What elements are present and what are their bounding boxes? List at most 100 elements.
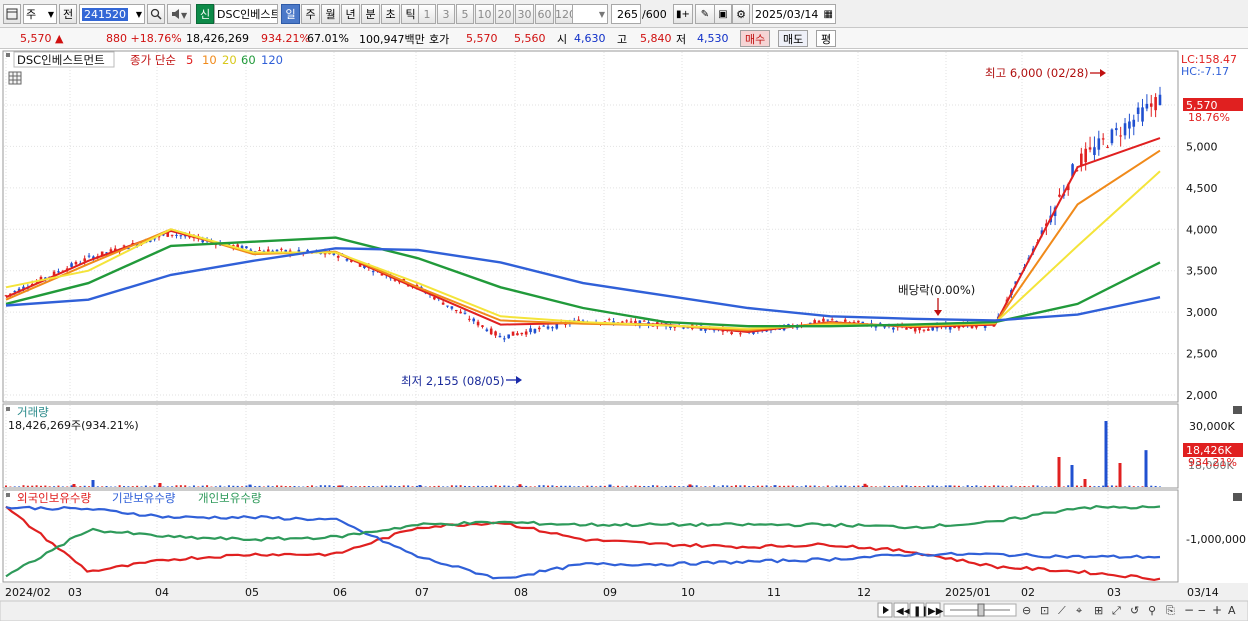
volume-bar [608,484,612,487]
interval-tab[interactable]: 5 [456,4,474,24]
minus-icon[interactable]: − [1184,603,1194,617]
volume-bar [682,486,685,487]
price-tick-label: 2,500 [1186,348,1218,361]
rewind-icon: ◀◀ [896,606,912,617]
draw-tool-button[interactable]: ✎ [695,4,715,24]
period-tab[interactable]: 월 [321,4,340,24]
candle-body [74,261,78,265]
volume-bar [936,485,939,487]
speaker-icon: ▼ [172,9,188,20]
volume-bar [507,485,510,487]
window-menu-icon[interactable] [3,4,21,24]
save-button[interactable]: ▣ [714,4,732,24]
buy-button[interactable]: 매수 [740,30,771,47]
volume-bar [359,486,362,487]
zoom-slider-handle[interactable] [977,603,985,617]
font-size-icon[interactable]: A [1228,604,1236,617]
prev-button[interactable]: 전 [59,4,77,24]
sell-button[interactable]: 매도 [778,30,809,47]
volume-bar [1027,486,1030,487]
close-panel-icon[interactable] [1233,406,1242,414]
grid-icon[interactable]: ⊞ [1094,604,1103,617]
period-tab[interactable]: 일 [281,4,300,24]
panel-menu-icon[interactable] [6,493,10,497]
pin-icon[interactable]: ⚲ [1148,604,1156,617]
volume-bar [988,486,991,487]
low-label: 저 [676,32,687,46]
zoom-out-icon[interactable]: ⊖ [1022,604,1031,617]
candle-body [463,312,467,314]
volume-bar [127,486,130,487]
volume-bar [835,485,838,487]
restore-icon[interactable]: ↺ [1130,604,1139,617]
date-input[interactable]: 2025/03/14 ▦ [752,4,836,24]
search-button[interactable] [147,4,165,24]
candle-body [1093,147,1096,155]
plus-icon[interactable]: + [1212,603,1222,617]
period-tab[interactable]: 분 [361,4,380,24]
volume-bar [105,485,108,487]
crosshair-icon[interactable]: ⌖ [1076,604,1082,617]
period-tab[interactable]: 초 [381,4,400,24]
close-panel-icon[interactable] [1233,493,1242,501]
panel-menu-icon[interactable] [6,407,10,411]
period-tab[interactable]: 주 [301,4,320,24]
interval-tab[interactable]: 30 [515,4,534,24]
indicator-button[interactable]: ▮+ [673,4,693,24]
volume-bar [123,486,126,487]
line-tool-icon[interactable]: ⟋ [1058,604,1066,617]
custom-interval-select[interactable]: ▼ [572,4,608,24]
candle-body [345,258,349,261]
date-tick-label: 05 [245,586,259,599]
candle-body [476,321,480,326]
volume-bar [254,486,257,487]
copy-icon[interactable]: ⎘ [1166,604,1175,617]
candle-body [546,326,550,329]
candle-body [607,319,611,321]
sound-button[interactable]: ▼ [167,4,191,24]
interval-tab[interactable]: 20 [495,4,514,24]
stock-name-field[interactable]: DSC인베스트 [214,4,278,24]
interval-tab[interactable]: 3 [437,4,455,24]
dash-icon[interactable]: ‒ [1198,603,1206,617]
market-select[interactable]: 주 ▼ [23,4,57,24]
volume-bar [818,486,821,487]
fit-icon[interactable]: ⤢ [1112,604,1121,617]
volume-bar [688,484,692,487]
volume-bar [518,484,522,487]
chart-type-icon[interactable]: ⊡ [1040,604,1049,617]
candle-body [1149,103,1153,107]
stock-code-input[interactable]: 241520 ▼ [79,4,145,24]
chart-area[interactable]: DSC인베스트먼트 종가 단순 5 10 20 60 120 LC:158.47… [0,50,1248,621]
eval-button[interactable]: 평 [816,30,837,47]
volume-bar [874,486,877,487]
count-input[interactable]: 265 [611,4,641,24]
interval-tab[interactable]: 10 [475,4,494,24]
volume-bar [61,486,64,487]
volume-bar [214,486,217,487]
settings-button[interactable]: ⚙ [732,4,750,24]
volume-bar [616,485,619,487]
date-tick-label: 06 [333,586,347,599]
panel-menu-icon[interactable] [6,53,10,57]
volume-bar [276,485,279,487]
interval-tab[interactable]: 60 [535,4,554,24]
candle-body [1080,153,1083,166]
volume-panel[interactable] [2,403,1179,489]
high-price: 5,840 [640,32,672,45]
volume-bar [1001,485,1004,487]
fast-forward-icon: ▶▶ [928,606,944,617]
candle-body [830,319,834,321]
volume-bar [1049,486,1052,487]
volume-bar [96,486,99,487]
candle-body [441,302,445,305]
candle-body [533,328,537,333]
table-view-icon[interactable] [8,71,22,85]
interval-tab[interactable]: 1 [418,4,436,24]
volume-last-rate: 934.21% [1188,456,1237,469]
candle-body [498,335,502,338]
volume-bar [573,486,576,487]
period-tab[interactable]: 년 [341,4,360,24]
price-tick-label: 2,000 [1186,389,1218,402]
price-panel[interactable] [2,50,1179,403]
